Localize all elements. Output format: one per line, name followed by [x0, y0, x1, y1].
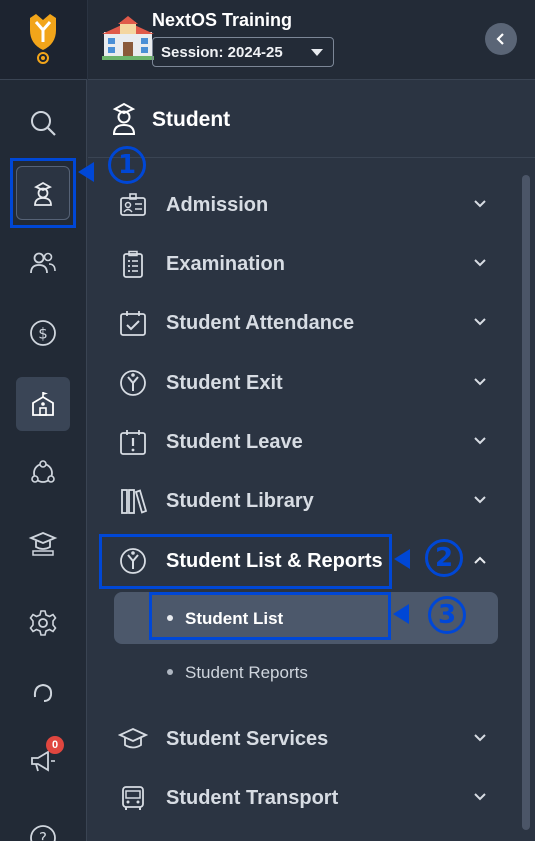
icon-rail: $ 0 ? — [0, 0, 87, 841]
annotation-highlight-2 — [99, 534, 392, 589]
chevron-down-icon — [474, 259, 486, 267]
logo-icon — [30, 14, 56, 64]
menu-label: Student Leave — [166, 431, 303, 453]
section-title: Student — [152, 108, 231, 131]
school-icon — [32, 392, 54, 416]
graduation-cap-icon — [118, 728, 148, 749]
network-icon — [31, 460, 55, 483]
menu-label: Student Services — [166, 728, 329, 750]
calendar-alert-icon — [120, 430, 146, 455]
annotation-arrow-2 — [394, 549, 410, 569]
collapse-sidebar-button[interactable] — [485, 23, 517, 55]
session-value: Session: 2024-25 — [161, 44, 283, 61]
chevron-down-icon — [311, 49, 323, 56]
chevron-down-icon — [474, 378, 486, 386]
gear-icon — [29, 610, 57, 636]
menu-label: Student Transport — [166, 787, 339, 809]
rail-announcements-button[interactable]: 0 — [16, 734, 70, 788]
svg-text:?: ? — [39, 829, 47, 841]
school-building-icon — [102, 16, 154, 60]
submenu-label: Student Reports — [185, 663, 308, 682]
chevron-down-icon — [474, 318, 486, 326]
chevron-left-icon — [496, 33, 504, 45]
menu-item-student-library[interactable]: Student Library — [88, 476, 508, 526]
rail-school-button[interactable] — [16, 377, 70, 431]
rail-settings-button[interactable] — [16, 596, 70, 650]
annotation-arrow-1 — [78, 162, 94, 182]
graduation-icon — [28, 532, 58, 556]
menu-item-student-transport[interactable]: Student Transport — [88, 773, 508, 823]
session-select[interactable]: Session: 2024-25 — [152, 37, 334, 67]
bus-icon — [122, 786, 144, 810]
annotation-arrow-3 — [393, 604, 409, 624]
books-icon — [121, 489, 148, 514]
menu-item-admission[interactable]: Admission — [88, 180, 508, 230]
section-header: Student — [88, 80, 535, 158]
menu-label: Examination — [166, 253, 285, 275]
menu-label: Student Attendance — [166, 312, 355, 334]
menu-label: Student Library — [166, 490, 314, 512]
bullet-icon — [167, 669, 173, 675]
support-icon — [33, 683, 53, 702]
top-header: NextOS Training Session: 2024-25 — [88, 0, 535, 80]
menu-label: Student Exit — [166, 372, 283, 394]
org-name: NextOS Training — [152, 10, 293, 30]
annotation-step-2: 2 — [425, 539, 463, 577]
help-icon: ? — [30, 825, 56, 841]
annotation-step-3: 3 — [428, 596, 466, 634]
student-exit-icon — [120, 370, 146, 396]
menu-item-examination[interactable]: Examination — [88, 239, 508, 289]
svg-text:$: $ — [38, 325, 48, 343]
sidebar-scrollbar[interactable] — [522, 175, 530, 830]
menu-item-student-attendance[interactable]: Student Attendance — [88, 298, 508, 348]
id-card-icon — [120, 193, 146, 216]
dollar-icon: $ — [30, 320, 56, 346]
annotation-step-1: 1 — [108, 146, 146, 184]
chevron-down-icon — [474, 793, 486, 801]
chevron-down-icon — [474, 437, 486, 445]
rail-graduation-button[interactable] — [16, 516, 70, 570]
rail-search-button[interactable] — [16, 96, 70, 150]
menu-item-student-leave[interactable]: Student Leave — [88, 417, 508, 467]
menu-item-student-exit[interactable]: Student Exit — [88, 358, 508, 408]
users-icon — [30, 252, 56, 274]
chevron-down-icon — [474, 734, 486, 742]
clipboard-icon — [123, 250, 143, 278]
menu-item-student-services[interactable]: Student Services — [88, 714, 508, 764]
annotation-highlight-1 — [10, 158, 76, 228]
rail-users-button[interactable] — [16, 236, 70, 290]
app-logo[interactable] — [0, 0, 87, 80]
submenu-item-student-reports[interactable]: Student Reports — [114, 646, 498, 698]
chevron-down-icon — [474, 496, 486, 504]
rail-network-button[interactable] — [16, 446, 70, 500]
rail-help-button[interactable]: ? — [16, 804, 70, 841]
student-icon — [112, 102, 136, 135]
search-icon — [31, 111, 56, 136]
notification-badge: 0 — [46, 736, 64, 754]
chevron-up-icon — [474, 556, 486, 564]
annotation-highlight-3 — [149, 592, 391, 640]
calendar-check-icon — [120, 311, 146, 336]
rail-support-button[interactable] — [16, 666, 70, 720]
rail-finance-button[interactable]: $ — [16, 306, 70, 360]
chevron-down-icon — [474, 200, 486, 208]
menu-label: Admission — [166, 194, 269, 216]
